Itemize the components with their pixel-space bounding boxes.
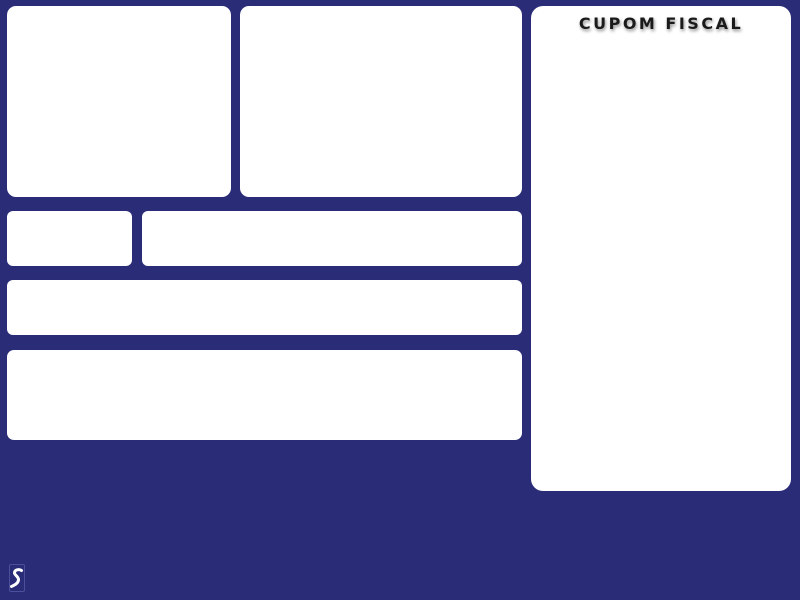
info-bar-panel bbox=[7, 280, 522, 335]
top-center-panel bbox=[240, 6, 522, 197]
bottom-info-panel bbox=[7, 350, 522, 440]
small-info-panel bbox=[7, 211, 132, 266]
pos-screen: { "receipt": { "title": "CUPOM FISCAL" }… bbox=[0, 0, 800, 600]
receipt-title: CUPOM FISCAL bbox=[578, 14, 744, 33]
receipt-panel: CUPOM FISCAL bbox=[531, 6, 791, 491]
top-left-panel bbox=[7, 6, 231, 197]
s-logo-glyph bbox=[10, 568, 23, 588]
wide-info-panel bbox=[142, 211, 522, 266]
s-logo-icon bbox=[9, 564, 25, 592]
